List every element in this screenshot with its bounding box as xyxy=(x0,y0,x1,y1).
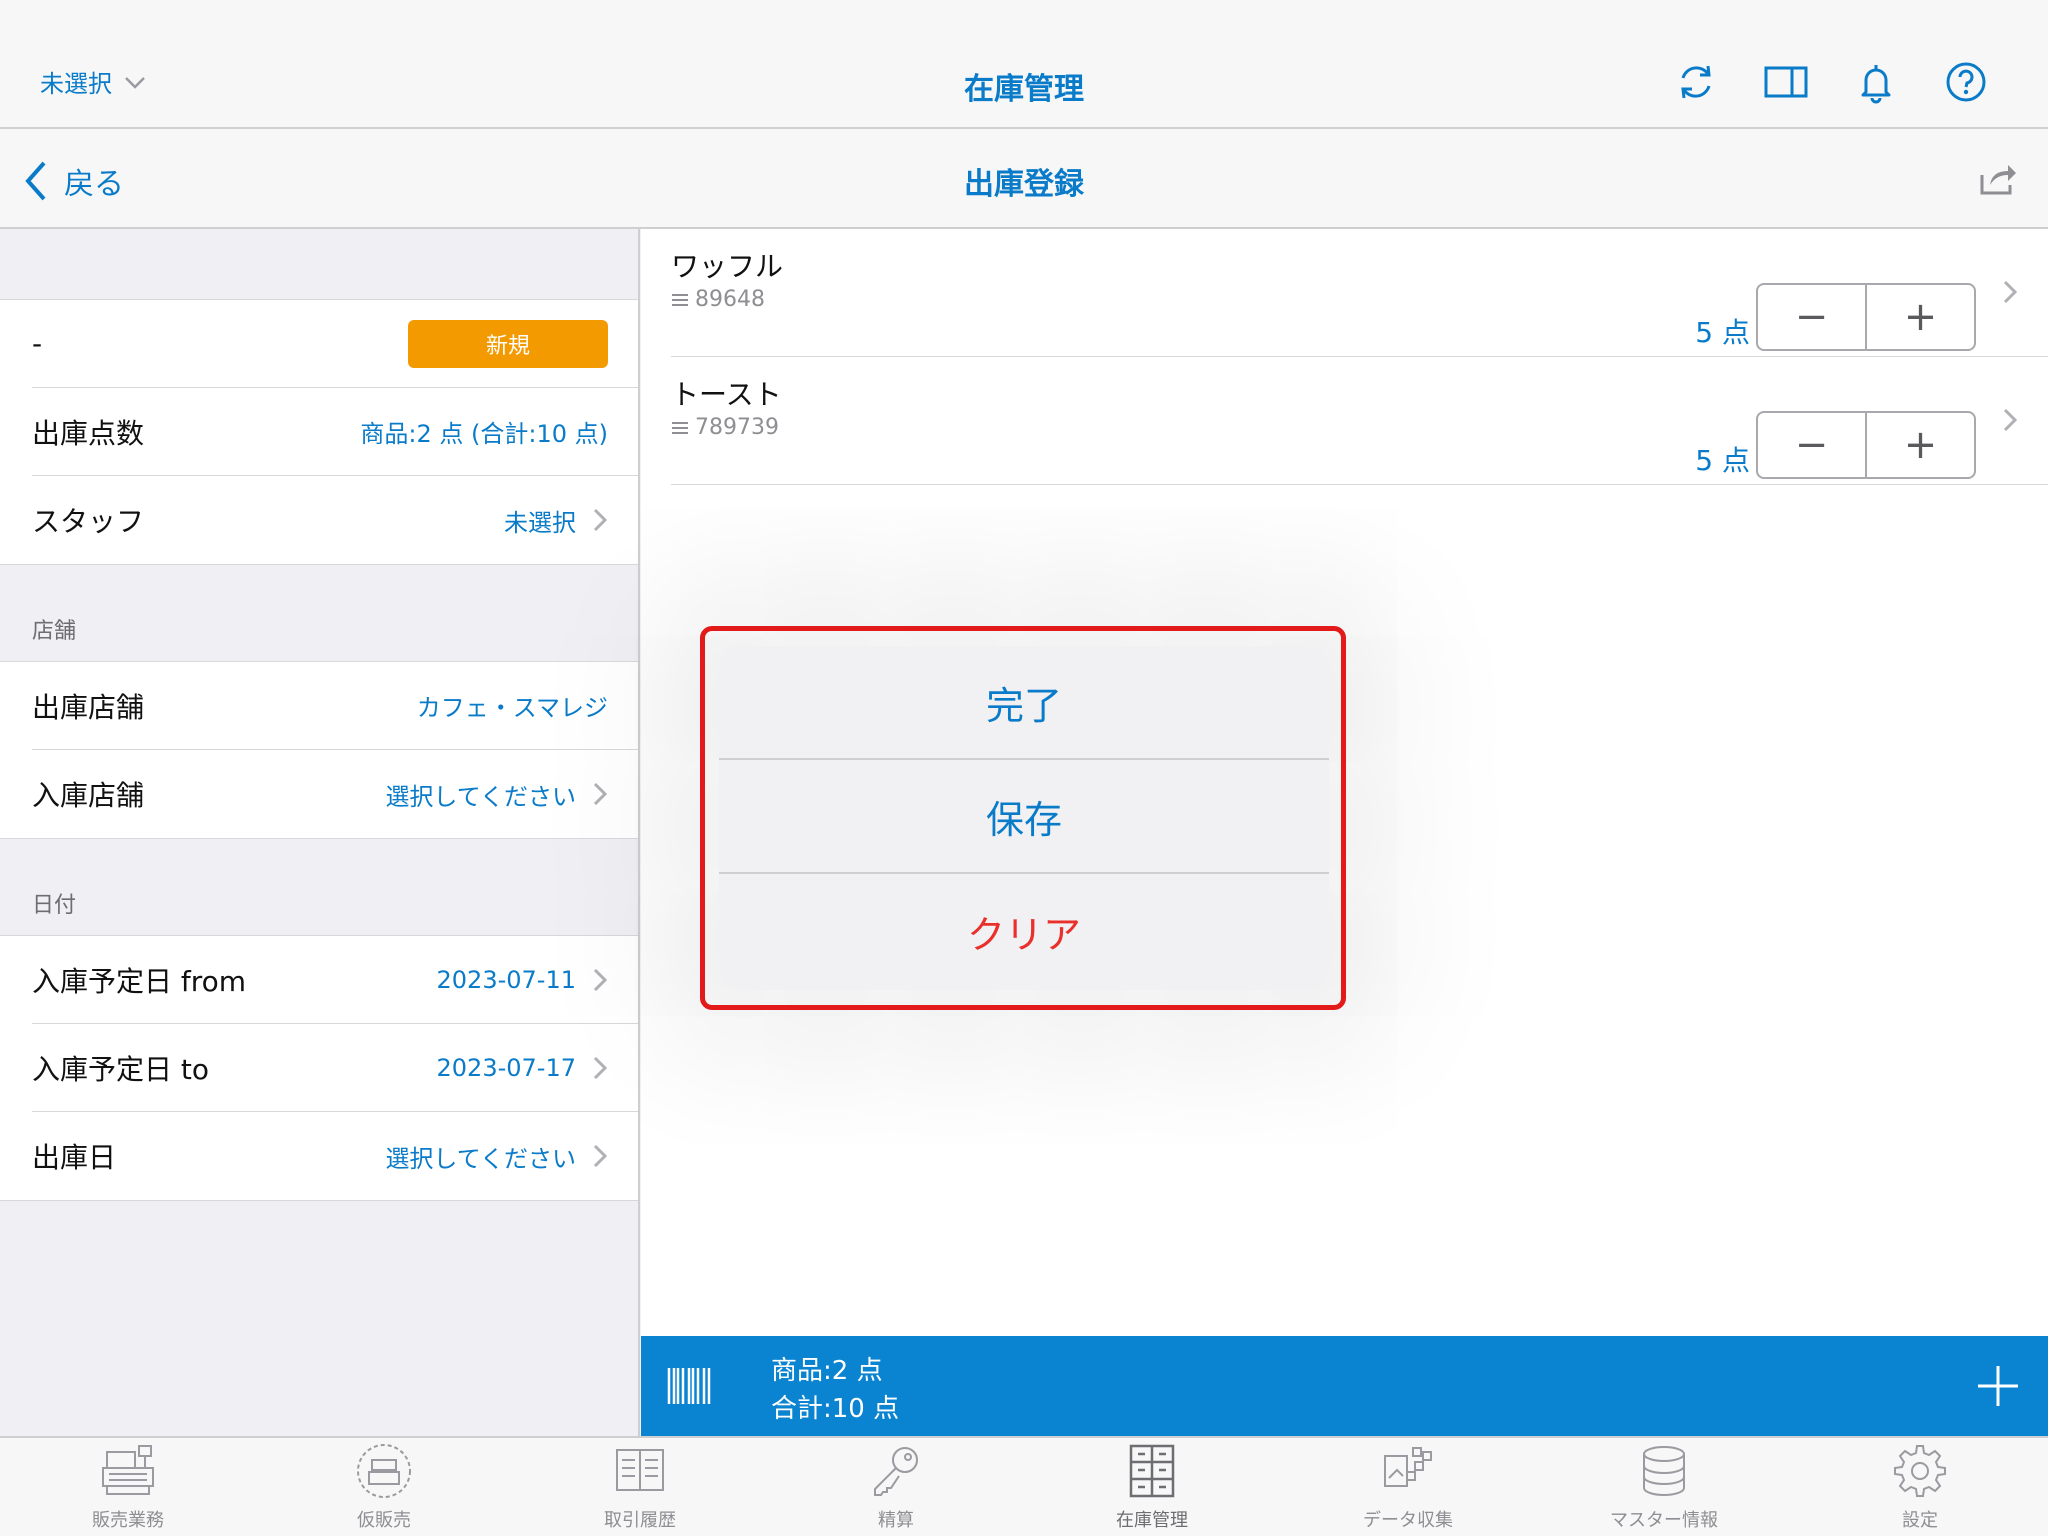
gear-icon xyxy=(1894,1445,1946,1497)
count-value: 商品:2 点 (合計:10 点) xyxy=(360,420,608,448)
list-item[interactable]: トースト 789739 5 点 − + xyxy=(671,357,2048,485)
temp-sale-icon xyxy=(357,1444,411,1498)
app-header: 未選択 在庫管理 xyxy=(0,0,2048,129)
to-store-row[interactable]: 入庫店舗 選択してください xyxy=(32,750,638,838)
tab-label: データ収集 xyxy=(1363,1510,1453,1531)
count-label: 出庫点数 xyxy=(32,416,145,450)
date-from-label: 入庫予定日 from xyxy=(32,964,247,998)
summary-bar: 商品:2 点 合計:10 点 xyxy=(641,1336,2048,1436)
item-qty: 5 点 xyxy=(1695,444,1750,477)
tab-label: マスター情報 xyxy=(1610,1510,1718,1531)
list-icon xyxy=(672,293,688,306)
section-header-date: 日付 xyxy=(0,839,638,935)
decrement-button[interactable]: − xyxy=(1758,413,1867,477)
from-store-row: 出庫店舗 カフェ・スマレジ xyxy=(32,662,638,750)
list-item[interactable]: ワッフル 89648 5 点 − + xyxy=(671,229,2048,357)
to-store-label: 入庫店舗 xyxy=(32,779,145,812)
add-icon[interactable] xyxy=(1976,1364,2020,1408)
ship-date-label: 出庫日 xyxy=(32,1141,117,1174)
tab-temp-sale[interactable]: 仮販売 xyxy=(256,1438,512,1536)
item-code: 789739 xyxy=(671,415,779,440)
staff-value: 未選択 xyxy=(504,508,576,537)
tab-label: 販売業務 xyxy=(92,1510,164,1531)
chevron-right-icon xyxy=(593,1144,608,1168)
chevron-right-icon xyxy=(593,1056,608,1079)
help-icon[interactable] xyxy=(1944,60,1988,104)
tab-settings[interactable]: 設定 xyxy=(1792,1438,2048,1536)
chevron-right-icon xyxy=(593,968,608,991)
tab-label: 設定 xyxy=(1902,1510,1938,1531)
summary-text: 商品:2 点 合計:10 点 xyxy=(771,1352,899,1428)
chevron-right-icon xyxy=(593,508,608,532)
date-from-row[interactable]: 入庫予定日 from 2023-07-11 xyxy=(32,936,638,1024)
count-row: 出庫点数 商品:2 点 (合計:10 点) xyxy=(32,388,638,476)
date-to-value: 2023-07-17 xyxy=(436,1053,576,1082)
form-group-date: 入庫予定日 from 2023-07-11 入庫予定日 to 2023-07-1… xyxy=(0,935,638,1201)
key-icon xyxy=(874,1447,918,1496)
ship-date-value: 選択してください xyxy=(385,1144,576,1173)
decrement-button[interactable]: − xyxy=(1758,285,1867,349)
highlight-frame xyxy=(700,626,1346,1010)
database-icon xyxy=(1643,1446,1685,1496)
tab-label: 仮販売 xyxy=(357,1510,411,1531)
quantity-stepper[interactable]: − + xyxy=(1756,283,1976,351)
tab-sales[interactable]: 販売業務 xyxy=(0,1438,256,1536)
chevron-right-icon[interactable] xyxy=(2002,407,2018,433)
quantity-stepper[interactable]: − + xyxy=(1756,411,1976,479)
item-name: ワッフル xyxy=(671,250,784,283)
section-date-label: 日付 xyxy=(32,893,77,918)
tab-label: 在庫管理 xyxy=(1116,1510,1188,1531)
chevron-right-icon[interactable] xyxy=(2002,279,2018,305)
item-code-value: 89648 xyxy=(695,287,765,312)
from-store-label: 出庫店舗 xyxy=(32,690,145,724)
tab-master[interactable]: マスター情報 xyxy=(1536,1438,1792,1536)
summary-products: 商品:2 点 xyxy=(771,1356,883,1386)
section-store-label: 店舗 xyxy=(32,619,77,644)
date-to-label: 入庫予定日 to xyxy=(32,1052,210,1086)
item-code-value: 789739 xyxy=(695,415,779,440)
staff-label: スタッフ xyxy=(32,505,145,538)
tab-settlement[interactable]: 精算 xyxy=(768,1438,1024,1536)
barcode-icon[interactable] xyxy=(667,1368,713,1404)
form-panel: - 新規 出庫点数 商品:2 点 (合計:10 点) スタッフ 未選択 店舗 出… xyxy=(0,229,640,1436)
status-label: - xyxy=(32,327,43,360)
chevron-right-icon xyxy=(593,782,608,806)
from-store-value: カフェ・スマレジ xyxy=(416,694,608,722)
date-from-value: 2023-07-11 xyxy=(436,965,576,994)
item-qty: 5 点 xyxy=(1695,316,1750,349)
item-code: 89648 xyxy=(671,287,765,312)
item-name: トースト xyxy=(671,378,782,411)
tab-label: 精算 xyxy=(878,1510,914,1531)
form-group-store: 出庫店舗 カフェ・スマレジ 入庫店舗 選択してください xyxy=(0,661,638,839)
ship-date-row[interactable]: 出庫日 選択してください xyxy=(32,1112,638,1200)
tab-label: 取引履歴 xyxy=(604,1510,676,1531)
summary-total: 合計:10 点 xyxy=(771,1394,900,1424)
status-row: - 新規 xyxy=(32,300,638,388)
tab-history[interactable]: 取引履歴 xyxy=(512,1438,768,1536)
history-icon xyxy=(616,1449,664,1491)
data-collect-icon xyxy=(1384,1447,1432,1487)
staff-row[interactable]: スタッフ 未選択 xyxy=(32,476,638,564)
form-group-basic: - 新規 出庫点数 商品:2 点 (合計:10 点) スタッフ 未選択 xyxy=(0,299,638,565)
tab-data-collect[interactable]: データ収集 xyxy=(1280,1438,1536,1536)
increment-button[interactable]: + xyxy=(1867,285,1974,349)
split-view-icon[interactable] xyxy=(1764,60,1808,104)
status-badge: 新規 xyxy=(408,319,608,368)
register-icon xyxy=(102,1445,154,1495)
tab-bar: 販売業務 仮販売 取引履歴 精算 在庫管理 データ収集 マスター情報 設定 xyxy=(0,1436,2048,1536)
sync-icon[interactable] xyxy=(1674,60,1718,104)
section-header-store: 店舗 xyxy=(0,565,638,661)
list-icon xyxy=(672,421,688,434)
date-to-row[interactable]: 入庫予定日 to 2023-07-17 xyxy=(32,1024,638,1112)
share-icon[interactable] xyxy=(1978,159,2018,199)
bell-icon[interactable] xyxy=(1854,60,1898,104)
tab-inventory[interactable]: 在庫管理 xyxy=(1024,1438,1280,1536)
page-title: 出庫登録 xyxy=(964,167,1084,202)
increment-button[interactable]: + xyxy=(1867,413,1974,477)
to-store-value: 選択してください xyxy=(385,782,576,811)
inventory-icon xyxy=(1129,1444,1175,1498)
nav-bar: 戻る 出庫登録 xyxy=(0,129,2048,229)
